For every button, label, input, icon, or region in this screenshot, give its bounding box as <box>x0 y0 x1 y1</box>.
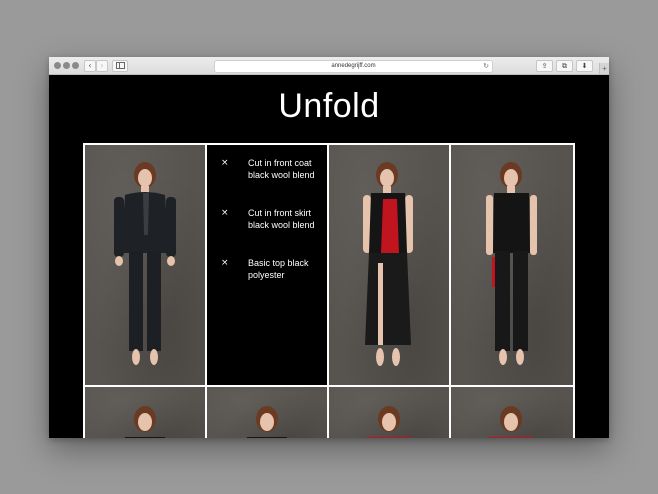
close-icon: × <box>221 208 229 218</box>
look-photo[interactable] <box>329 387 449 438</box>
close-icon: × <box>221 258 229 268</box>
browser-window: ‹ › annedegrijff.com ↻ ⇪ ⧉ ⬇ + Unfold × … <box>49 57 609 438</box>
url-text: annedegrijff.com <box>331 63 376 69</box>
sidebar-toggle-button[interactable] <box>112 60 128 72</box>
model-figure <box>488 406 534 438</box>
look-photo[interactable] <box>85 387 205 438</box>
back-button[interactable]: ‹ <box>84 60 96 72</box>
look-photo-basic-top[interactable] <box>451 145 573 385</box>
model-figure <box>246 406 288 438</box>
look-photo[interactable] <box>451 387 573 438</box>
garment-details-panel: × Cut in front coat black wool blend × C… <box>207 145 327 385</box>
model-figure <box>363 162 413 366</box>
model-figure <box>124 406 166 438</box>
look-photo-red-top-skirt[interactable] <box>329 145 449 385</box>
downloads-button[interactable]: ⬇ <box>576 60 593 72</box>
close-icon: × <box>221 158 229 168</box>
page-title: Unfold <box>278 87 380 125</box>
look-photo[interactable] <box>207 387 327 438</box>
minimize-window-button[interactable] <box>63 62 70 69</box>
look-photo-coat[interactable] <box>85 145 205 385</box>
garment-description: Basic top black polyester <box>248 258 309 280</box>
address-bar[interactable]: annedegrijff.com ↻ <box>214 60 493 73</box>
model-figure <box>114 162 176 365</box>
sidebar-icon <box>115 62 125 69</box>
close-window-button[interactable] <box>54 62 61 69</box>
zoom-window-button[interactable] <box>72 62 79 69</box>
share-button[interactable]: ⇪ <box>536 60 553 72</box>
model-figure <box>486 162 537 365</box>
reload-icon[interactable]: ↻ <box>483 61 489 72</box>
show-tabs-button[interactable]: ⧉ <box>556 60 573 72</box>
browser-toolbar: ‹ › annedegrijff.com ↻ ⇪ ⧉ ⬇ + <box>49 57 609 75</box>
garment-description: Cut in front coat black wool blend <box>248 158 315 180</box>
garment-description: Cut in front skirt black wool blend <box>248 208 315 230</box>
forward-button[interactable]: › <box>96 60 108 72</box>
new-tab-button[interactable]: + <box>599 63 609 74</box>
lookbook-grid: × Cut in front coat black wool blend × C… <box>83 143 575 438</box>
model-figure <box>366 406 412 438</box>
